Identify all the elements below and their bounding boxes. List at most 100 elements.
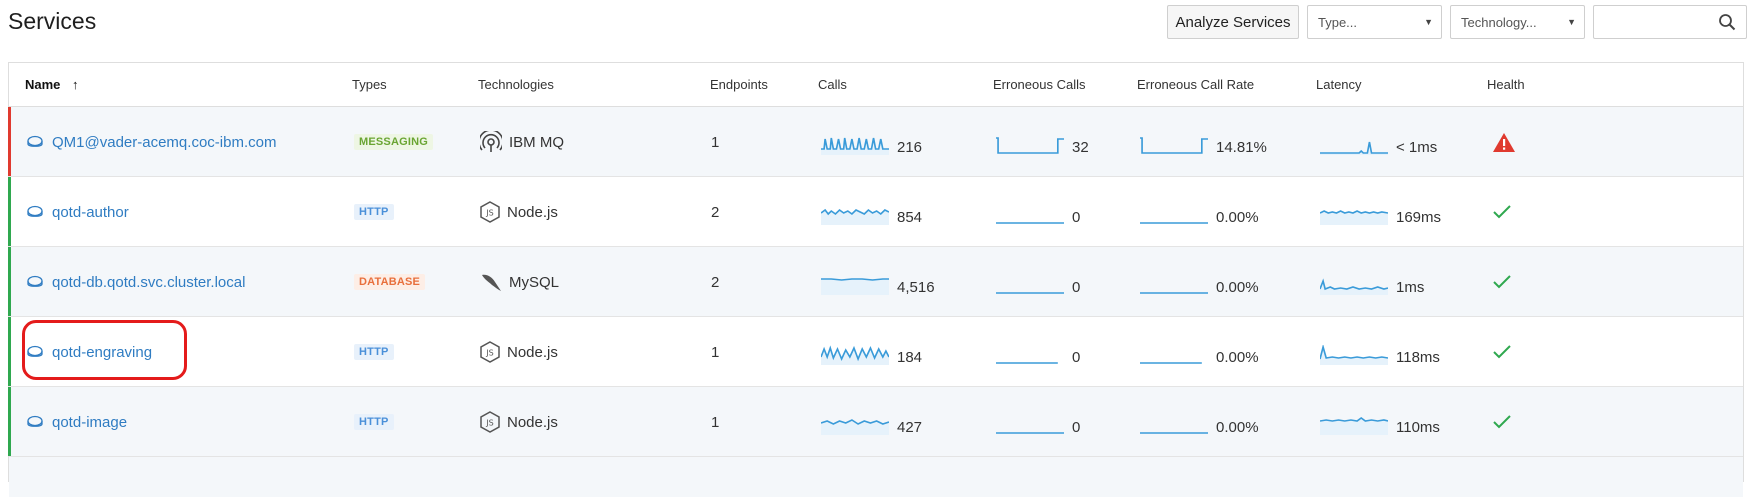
health-cell <box>1492 387 1512 457</box>
endpoints-value: 1 <box>711 413 720 431</box>
error-rate-value: 0.00% <box>1216 208 1259 226</box>
type-filter-placeholder: Type... <box>1318 14 1358 30</box>
type-cell: HTTP <box>354 387 394 457</box>
service-name-cell: qotd-image <box>27 387 127 457</box>
erroneous-calls-sparkline <box>996 136 1064 154</box>
health-cell <box>1492 247 1512 317</box>
service-link[interactable]: QM1@vader-acemq.coc-ibm.com <box>27 134 276 151</box>
service-name-cell: qotd-engraving <box>27 317 152 387</box>
technology: JS Node.js <box>480 201 558 223</box>
search-icon[interactable] <box>1718 13 1736 31</box>
type-badge: HTTP <box>354 344 394 360</box>
error-rate-value: 14.81% <box>1216 138 1267 156</box>
erroneous-calls-value: 0 <box>1072 208 1081 226</box>
technology: JS Node.js <box>480 341 558 363</box>
erroneous-calls-sparkline <box>996 221 1064 224</box>
service-name: QM1@vader-acemq.coc-ibm.com <box>52 133 277 151</box>
column-header-name-label: Name <box>25 77 61 92</box>
erroneous-calls-cell: 0 <box>996 177 1080 247</box>
error-rate-cell: 0.00% <box>1140 247 1259 317</box>
status-accent-bar <box>8 247 11 316</box>
calls-value: 4,516 <box>897 278 935 296</box>
service-link[interactable]: qotd-image <box>27 414 127 431</box>
column-header-health[interactable]: Health <box>1487 77 1525 92</box>
latency-sparkline <box>1320 209 1388 225</box>
calls-sparkline <box>821 344 889 365</box>
column-header-erroneous-call-rate[interactable]: Erroneous Call Rate <box>1137 77 1254 92</box>
column-header-technologies[interactable]: Technologies <box>478 77 554 92</box>
erroneous-calls-value: 0 <box>1072 348 1081 366</box>
service-link[interactable]: qotd-author <box>27 204 129 221</box>
erroneous-calls-sparkline <box>996 361 1058 364</box>
nodejs-icon: JS <box>480 341 500 363</box>
technology: MySQL <box>480 271 559 293</box>
error-rate-cell: 0.00% <box>1140 177 1259 247</box>
latency-cell: 110ms <box>1320 387 1440 457</box>
arrow-up-icon: ↑ <box>72 77 79 92</box>
status-accent-bar <box>8 177 11 246</box>
service-name: qotd-image <box>52 413 128 431</box>
latency-sparkline <box>1320 277 1388 295</box>
services-table: Name ↑ Types Technologies Endpoints Call… <box>8 62 1744 497</box>
technology-cell: JS Node.js <box>480 387 558 457</box>
latency-cell: < 1ms <box>1320 107 1437 177</box>
erroneous-calls-cell: 0 <box>996 317 1080 387</box>
latency-cell: 169ms <box>1320 177 1441 247</box>
analyze-services-button[interactable]: Analyze Services <box>1167 5 1299 39</box>
service-icon <box>27 135 43 147</box>
endpoints-value: 2 <box>711 273 720 291</box>
service-link[interactable]: qotd-engraving <box>27 344 152 361</box>
service-name-cell: qotd-db.qotd.svc.cluster.local <box>27 247 245 317</box>
latency-sparkline <box>1320 344 1388 365</box>
type-badge: MESSAGING <box>354 134 434 150</box>
latency-cell: 118ms <box>1320 317 1440 387</box>
service-link[interactable]: qotd-db.qotd.svc.cluster.local <box>27 274 245 291</box>
error-rate-cell: 0.00% <box>1140 317 1259 387</box>
table-row[interactable]: qotd-db.qotd.svc.cluster.local DATABASE … <box>8 247 1743 317</box>
service-icon <box>27 275 43 287</box>
column-header-erroneous-calls[interactable]: Erroneous Calls <box>993 77 1086 92</box>
service-icon <box>27 205 43 217</box>
type-cell: HTTP <box>354 177 394 247</box>
table-row[interactable]: qotd-engraving HTTP JS Node.js 1 184 0 0… <box>8 317 1743 387</box>
warning-icon <box>1493 132 1515 152</box>
column-header-endpoints[interactable]: Endpoints <box>710 77 768 92</box>
technology-filter-select[interactable]: Technology... ▼ <box>1450 5 1585 39</box>
column-header-name[interactable]: Name ↑ <box>25 77 79 92</box>
calls-value: 854 <box>897 208 923 226</box>
status-accent-bar <box>8 107 11 176</box>
type-filter-select[interactable]: Type... ▼ <box>1307 5 1442 39</box>
latency-value: 1ms <box>1396 278 1425 296</box>
type-badge: HTTP <box>354 204 394 220</box>
error-rate-value: 0.00% <box>1216 278 1259 296</box>
svg-text:JS: JS <box>485 419 493 428</box>
latency-value: < 1ms <box>1396 138 1438 156</box>
error-rate-value: 0.00% <box>1216 418 1259 436</box>
technology-cell: JS Node.js <box>480 177 558 247</box>
table-row[interactable]: QM1@vader-acemq.coc-ibm.com MESSAGING IB… <box>8 107 1743 177</box>
erroneous-calls-cell: 32 <box>996 107 1089 177</box>
endpoints-value: 1 <box>711 343 720 361</box>
type-cell: DATABASE <box>354 247 426 317</box>
search-input[interactable] <box>1593 5 1747 39</box>
status-accent-bar <box>8 317 11 386</box>
error-rate-sparkline <box>1140 221 1208 224</box>
service-name: qotd-author <box>52 203 129 221</box>
table-header: Name ↑ Types Technologies Endpoints Call… <box>9 63 1743 107</box>
technology-cell: IBM MQ <box>480 107 564 177</box>
service-name: qotd-db.qotd.svc.cluster.local <box>52 273 246 291</box>
mysql-icon <box>482 274 501 291</box>
column-header-latency[interactable]: Latency <box>1316 77 1362 92</box>
table-row[interactable]: qotd-image HTTP JS Node.js 1 427 0 0.00%… <box>8 387 1743 457</box>
error-rate-sparkline <box>1140 431 1208 434</box>
column-header-types[interactable]: Types <box>352 77 387 92</box>
latency-value: 118ms <box>1396 348 1440 366</box>
technology: IBM MQ <box>480 131 564 153</box>
type-badge: DATABASE <box>354 274 426 290</box>
column-header-calls[interactable]: Calls <box>818 77 847 92</box>
chevron-down-icon: ▼ <box>1567 17 1576 27</box>
type-badge: HTTP <box>354 414 394 430</box>
technology-label: Node.js <box>507 343 558 361</box>
erroneous-calls-cell: 0 <box>996 247 1080 317</box>
table-row[interactable]: qotd-author HTTP JS Node.js 2 854 0 0.00… <box>8 177 1743 247</box>
